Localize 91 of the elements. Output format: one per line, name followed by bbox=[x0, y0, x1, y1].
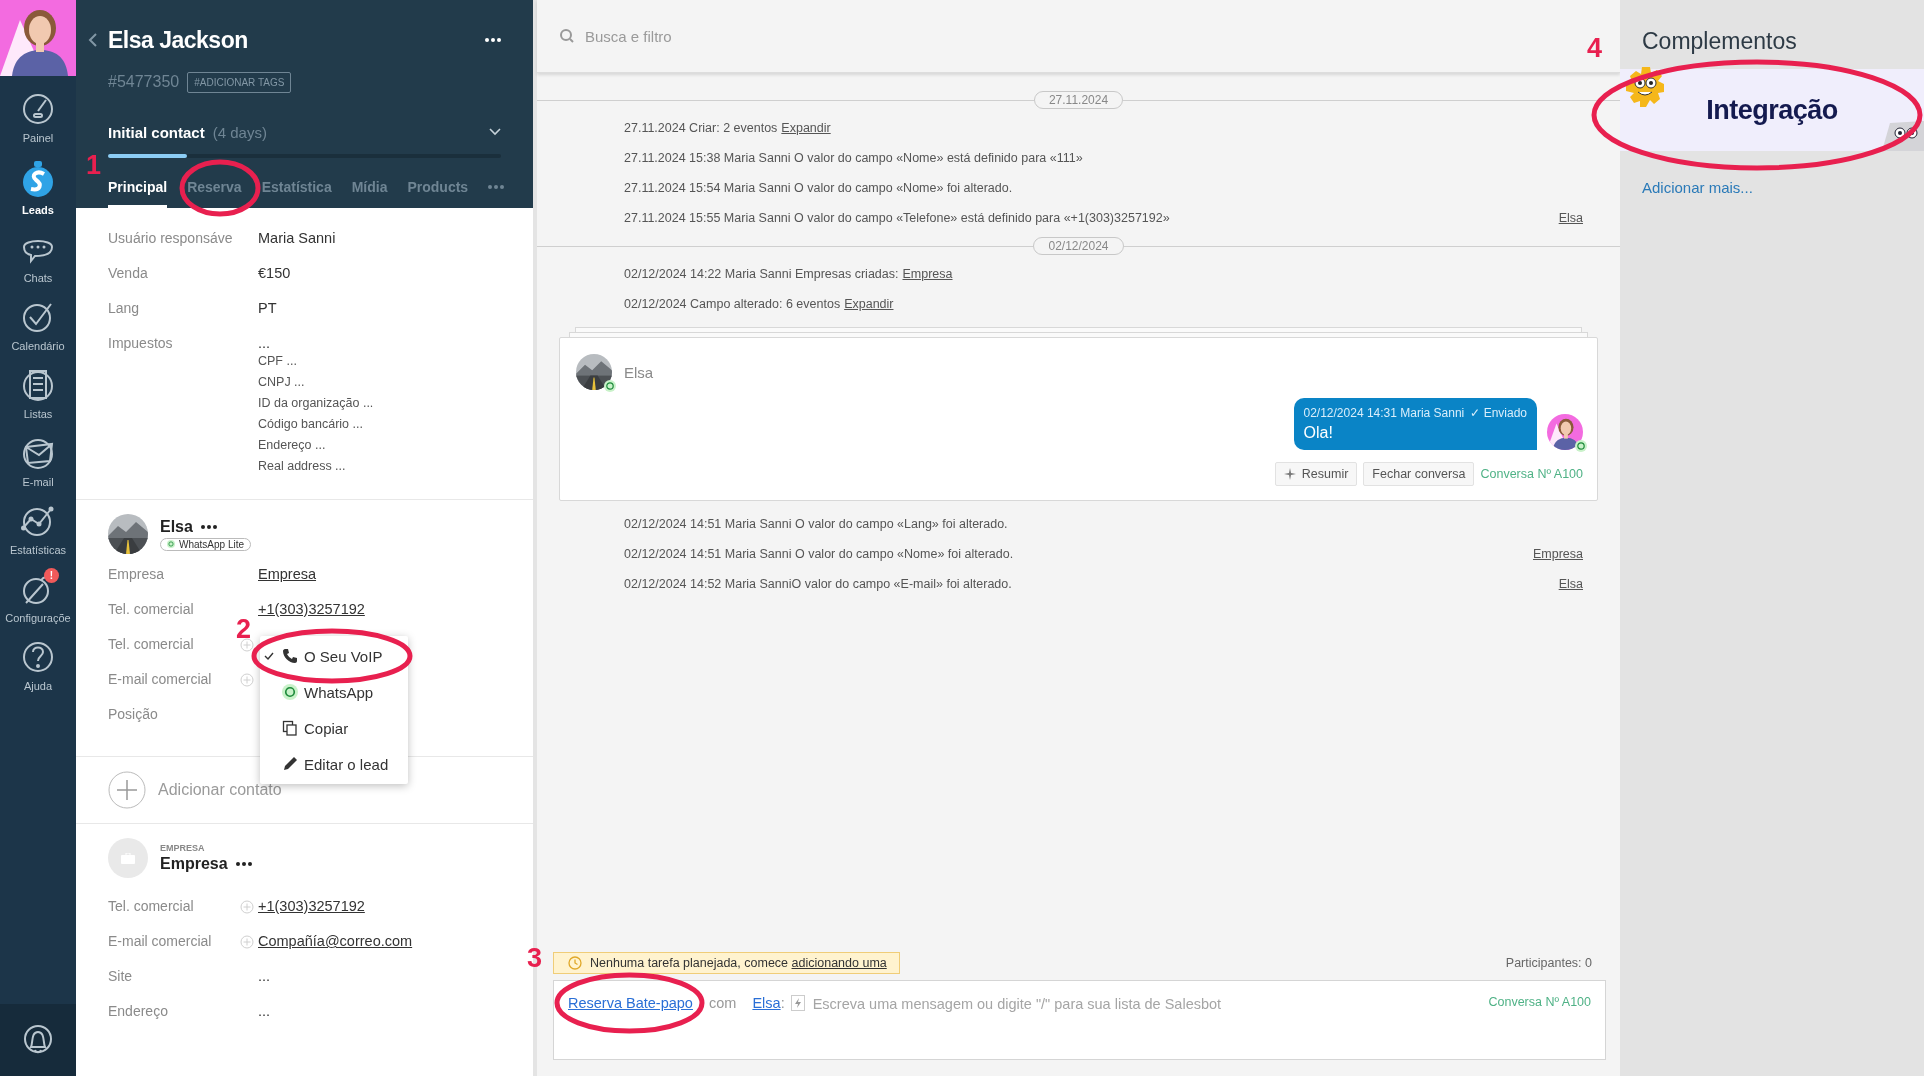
expand-link[interactable]: Expandir bbox=[844, 297, 894, 311]
nav-item[interactable]: Calendário bbox=[0, 300, 76, 352]
field-label: Impuestos bbox=[108, 335, 174, 351]
notice-text: Nenhuma tarefa planejada, comece adicionando uma bbox=[590, 956, 887, 970]
field-label: Site bbox=[108, 968, 134, 984]
field-label: Lang bbox=[108, 300, 141, 316]
field-label: Tel. comercial bbox=[108, 898, 195, 914]
summarize-button[interactable]: Resumir bbox=[1274, 462, 1358, 486]
subfield: Endereço ... bbox=[258, 437, 327, 454]
menu-item[interactable]: WhatsApp bbox=[260, 674, 408, 710]
contact-link[interactable]: Elsa bbox=[752, 995, 781, 1011]
date-divider: 27.11.2024 bbox=[1033, 91, 1124, 109]
field-label: Tel. comercial bbox=[108, 601, 195, 617]
search-field[interactable]: Busca e filtro bbox=[583, 26, 887, 46]
message-meta: 02/12/2024 14:31 Maria Sanni bbox=[1303, 406, 1465, 420]
field-value: ... bbox=[258, 335, 272, 351]
subfield: Código bancário ... bbox=[258, 416, 364, 433]
conversation-number: Conversa Nº A100 bbox=[1488, 995, 1591, 1009]
event-text: 02/12/2024 14:51 Maria Sanni O valor do campo «Nome» foi alterado. bbox=[624, 547, 1014, 561]
annotation-number: 4 bbox=[1587, 33, 1603, 64]
expand-link[interactable]: Empresa bbox=[902, 267, 953, 281]
integration-banner[interactable]: Integração bbox=[1620, 69, 1924, 151]
conversation-number: Conversa Nº A100 bbox=[1480, 467, 1583, 481]
annotation-number: 2 bbox=[236, 614, 252, 645]
message-composer[interactable]: Reserva Bate-papo com Elsa: Escreva uma mensagem ou digite "/" para sua lista de Salesbot Conversa Nº A100 bbox=[553, 980, 1606, 1060]
event-text: 27.11.2024 15:55 Maria Sanni O valor do campo «Telefone» está definido para «+1(303)3257192» bbox=[624, 211, 1170, 225]
subfield: CNPJ ... bbox=[258, 374, 306, 391]
nav-item[interactable]: Painel bbox=[0, 92, 76, 144]
menu-item[interactable]: Editar o lead bbox=[260, 746, 408, 782]
field-label: E-mail comercial bbox=[108, 671, 213, 687]
subfield: Real address ... bbox=[258, 458, 347, 475]
message-status: ✓ Enviado bbox=[1470, 406, 1527, 420]
field-link[interactable]: Empresa bbox=[258, 566, 317, 582]
entity-link[interactable]: Elsa bbox=[1558, 211, 1583, 225]
nav-item[interactable]: Listas bbox=[0, 368, 76, 420]
subfield: CPF ... bbox=[258, 353, 298, 370]
event-text: 02/12/2024 Campo alterado: 6 eventos bbox=[624, 297, 841, 311]
nav-item[interactable]: Ajuda bbox=[0, 640, 76, 692]
field-link[interactable]: +1(303)3257192 bbox=[258, 601, 365, 617]
event-text: 27.11.2024 15:38 Maria Sanni O valor do campo «Nome» está definido para «111» bbox=[624, 151, 1083, 165]
field-label: Empresa bbox=[108, 566, 166, 582]
entity-link[interactable]: Elsa bbox=[1558, 577, 1583, 591]
event-text: 02/12/2024 14:52 Maria SanniO valor do campo «E-mail» foi alterado. bbox=[624, 577, 1012, 591]
annotation-number: 1 bbox=[86, 150, 102, 181]
add-tags-button[interactable]: #ADICIONAR TAGS bbox=[187, 71, 292, 93]
event-text: 02/12/2024 14:51 Maria Sanni O valor do campo «Lang» foi alterado. bbox=[624, 517, 1008, 531]
message-text: Ola! bbox=[1303, 424, 1334, 442]
field-value: €150 bbox=[258, 265, 291, 281]
field-value: ... bbox=[258, 968, 271, 984]
field-link[interactable]: Compañía@correo.com bbox=[258, 933, 413, 949]
nav-item[interactable]: Estatísticas bbox=[0, 504, 76, 556]
field-label: Usuário responsáve bbox=[108, 230, 234, 246]
annotation-number: 3 bbox=[527, 943, 543, 974]
banner-title: Integração bbox=[1706, 94, 1838, 126]
event-text: 27.11.2024 15:54 Maria Sanni O valor do campo «Nome» foi alterado. bbox=[624, 181, 1013, 195]
subfield: ID da organização ... bbox=[258, 395, 374, 412]
field-label: Tel. comercial bbox=[108, 636, 195, 652]
lead-title: Elsa Jackson bbox=[108, 26, 249, 54]
add-task-link[interactable]: adicionando uma bbox=[791, 956, 887, 970]
participants-count: Participantes: 0 bbox=[1505, 956, 1592, 970]
expand-link[interactable]: Expandir bbox=[781, 121, 831, 135]
menu-item[interactable]: Copiar bbox=[260, 710, 408, 746]
stage-name[interactable]: Initial contact bbox=[108, 123, 205, 141]
field-value: Maria Sanni bbox=[258, 230, 336, 246]
field-label: Venda bbox=[108, 265, 149, 281]
field-link[interactable]: +1(303)3257192 bbox=[258, 898, 365, 914]
nav-item[interactable]: Leads bbox=[0, 160, 76, 216]
close-chat-button[interactable]: Fechar conversa bbox=[1363, 462, 1475, 486]
date-divider: 02/12/2024 bbox=[1033, 237, 1124, 255]
event-text: 27.11.2024 Criar: 2 eventos bbox=[624, 121, 778, 135]
company-caption: EMPRESA bbox=[160, 843, 206, 853]
composer-recipient: Reserva Bate-papo com Elsa: bbox=[568, 995, 785, 1011]
entity-link[interactable]: Empresa bbox=[1532, 547, 1583, 561]
add-more-link[interactable]: Adicionar mais... bbox=[1642, 179, 1753, 196]
addons-title: Complementos bbox=[1641, 28, 1798, 55]
notification-badge: ! bbox=[44, 568, 59, 583]
company-name[interactable]: Empresa bbox=[160, 855, 228, 873]
nav-item[interactable]: E-mail bbox=[0, 436, 76, 488]
contact-name[interactable]: Elsa bbox=[160, 517, 193, 536]
lead-id: #5477350 bbox=[108, 73, 180, 91]
field-label: Endereço bbox=[108, 1003, 169, 1019]
field-value: PT bbox=[258, 300, 277, 316]
field-label: Posição bbox=[108, 706, 159, 722]
message-input[interactable]: Escreva uma mensagem ou digite "/" para sua lista de Salesbot bbox=[810, 995, 1483, 1013]
sender-name: Elsa bbox=[624, 363, 654, 381]
field-value: ... bbox=[258, 1003, 271, 1019]
field-label: E-mail comercial bbox=[108, 933, 213, 949]
stage-duration: (4 days) bbox=[212, 123, 268, 141]
tab[interactable]: Principal bbox=[108, 179, 168, 208]
event-text: 02/12/2024 14:22 Maria Sanni Empresas criadas: bbox=[624, 267, 899, 281]
nav-item[interactable]: Chats bbox=[0, 232, 76, 284]
